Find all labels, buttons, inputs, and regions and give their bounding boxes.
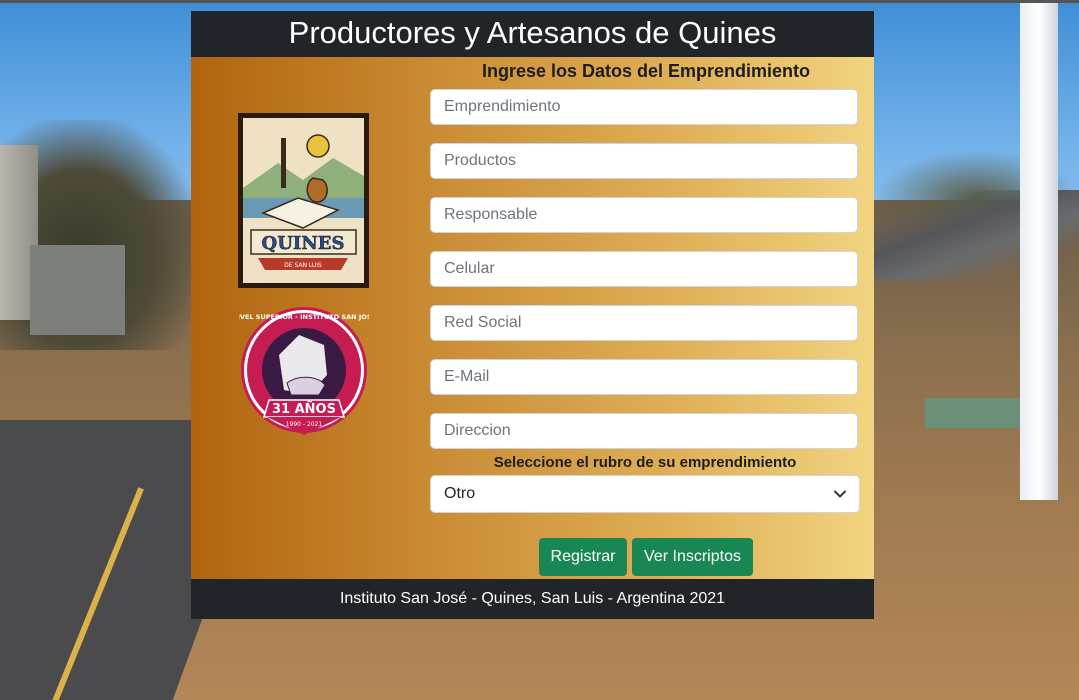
form-panel: QUINES DE SAN LUIS NIVEL SUPERIOR - INST…	[191, 57, 874, 579]
quines-logo-text: QUINES	[262, 233, 345, 254]
productos-placeholder: Productos	[444, 152, 517, 169]
responsable-placeholder: Responsable	[444, 206, 538, 223]
emprendimiento-input[interactable]: Emprendimiento	[430, 89, 858, 125]
form-title: Ingrese los Datos del Emprendimiento	[481, 61, 811, 81]
rubro-select-label: Seleccione el rubro de su emprendimiento	[493, 454, 797, 471]
red-social-placeholder: Red Social	[444, 314, 522, 331]
institute-seal-logo: NIVEL SUPERIOR - INSTITUTO SAN JOSE 31 A…	[232, 305, 376, 441]
rubro-select[interactable]: Otro	[430, 475, 860, 513]
institute-seal-years: 31 AÑOS	[272, 401, 336, 417]
direccion-input[interactable]: Direccion	[430, 413, 858, 449]
chevron-down-icon	[834, 490, 846, 498]
page-title: Productores y Artesanos de Quines	[191, 11, 874, 57]
rubro-select-value: Otro	[444, 485, 476, 502]
institute-seal-dates: 1990 - 2021	[286, 421, 323, 428]
red-social-input[interactable]: Red Social	[430, 305, 858, 341]
footer-text: Instituto San José - Quines, San Luis - …	[191, 579, 874, 619]
register-button[interactable]: Registrar	[539, 538, 627, 576]
email-input[interactable]: E-Mail	[430, 359, 858, 395]
celular-placeholder: Celular	[444, 260, 495, 277]
responsable-input[interactable]: Responsable	[430, 197, 858, 233]
registration-card: Productores y Artesanos de Quines QUINES…	[191, 11, 874, 619]
quines-logo: QUINES DE SAN LUIS	[238, 113, 369, 288]
view-registered-button[interactable]: Ver Inscriptos	[632, 538, 753, 576]
direccion-placeholder: Direccion	[444, 422, 511, 439]
institute-seal-ring-text: NIVEL SUPERIOR - INSTITUTO SAN JOSE	[239, 313, 369, 321]
celular-input[interactable]: Celular	[430, 251, 858, 287]
email-placeholder: E-Mail	[444, 368, 490, 385]
emprendimiento-placeholder: Emprendimiento	[444, 98, 561, 115]
productos-input[interactable]: Productos	[430, 143, 858, 179]
quines-logo-subtext: DE SAN LUIS	[284, 262, 322, 269]
